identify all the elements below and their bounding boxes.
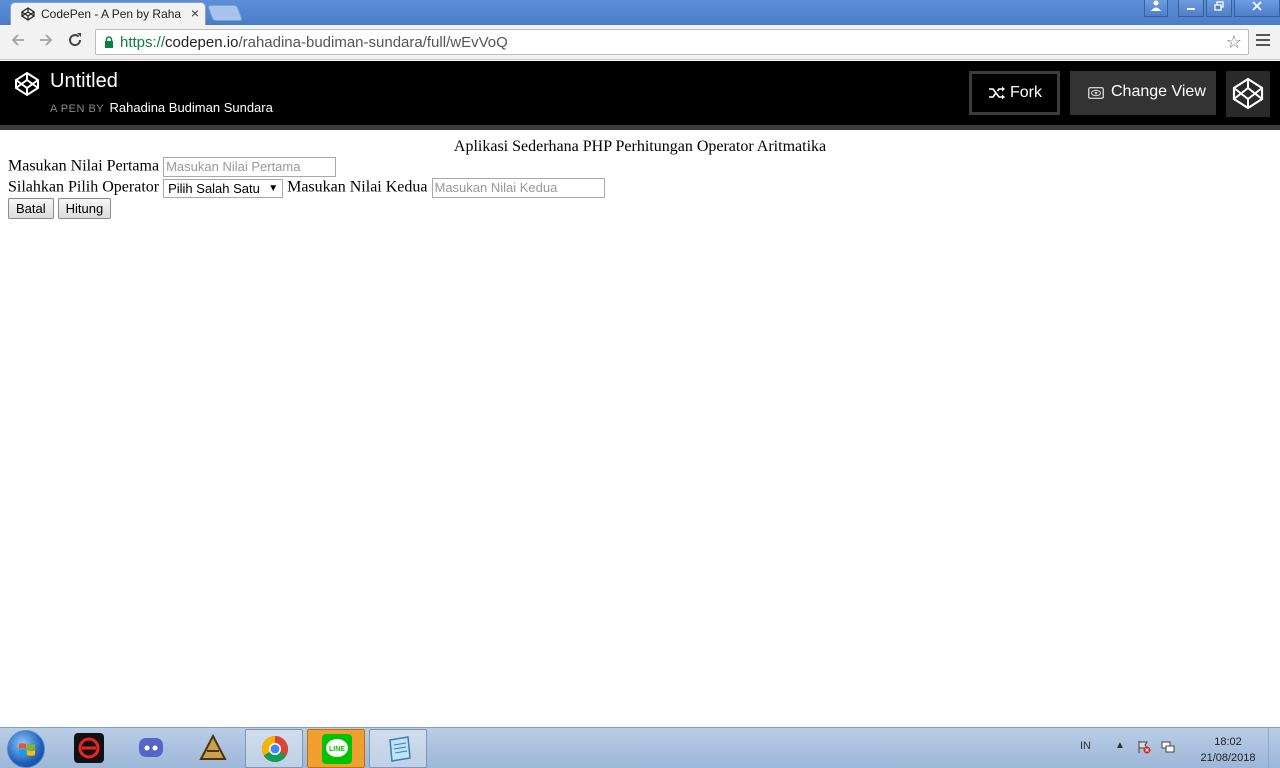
pen-author-link[interactable]: Rahadina Budiman Sundara [110,100,273,115]
notepad-icon [384,734,414,764]
browser-tabstrip: CodePen - A Pen by Rahadina Budiman Sund… [0,0,1280,25]
taskbar-game[interactable] [184,729,242,768]
discord-icon [136,733,166,763]
taskbar-clock[interactable]: 18:02 21/08/2018 [1188,734,1268,766]
line-icon: LINE [322,734,352,764]
windows-logo-icon [19,743,35,756]
garena-icon [74,733,104,763]
action-center-flag-icon[interactable] [1137,740,1151,754]
star-icon[interactable]: ☆ [1226,32,1242,53]
first-value-row: Masukan Nilai Pertama Masukan Nilai Pert… [8,157,337,177]
calculate-button[interactable]: Hitung [57,198,112,219]
codepen-header: Untitled A PEN BY Rahadina Budiman Sunda… [0,61,1280,125]
clock-time: 18:02 [1214,736,1242,748]
pen-by-label: A PEN BY [50,103,104,115]
user-avatar[interactable] [1226,71,1270,117]
show-hidden-icons-icon[interactable]: ▲ [1115,740,1125,751]
game-icon [198,733,228,763]
avatar-codepen-icon [1232,77,1264,110]
window-controls [1142,0,1280,18]
taskbar: LINE IN ▲ 18:02 21/08/2018 [0,727,1280,768]
taskbar-discord[interactable] [122,729,180,768]
taskbar-garena[interactable] [60,729,118,768]
eye-icon [1088,87,1104,99]
second-value-input[interactable]: Masukan Nilai Kedua [431,178,605,198]
fork-icon [989,86,1005,100]
restore-icon[interactable] [1206,0,1232,17]
network-icon[interactable] [1161,741,1175,753]
browser-tab[interactable]: CodePen - A Pen by Rahadina Budiman Sund… [10,2,206,25]
show-desktop-button[interactable] [1268,728,1280,768]
window-close-icon[interactable] [1234,0,1280,17]
second-value-label: Masukan Nilai Kedua [287,178,428,196]
pen-output: Aplikasi Sederhana PHP Perhitungan Opera… [0,130,1280,727]
url-protocol: https:// [120,34,166,51]
fork-button[interactable]: Fork [969,71,1060,115]
first-value-label: Masukan Nilai Pertama [8,157,160,175]
lock-icon [105,36,113,48]
first-value-input[interactable]: Masukan Nilai Pertama [163,157,337,177]
url-text: https://codepen.io/rahadina-budiman-sund… [120,34,508,51]
tab-close-icon[interactable]: × [191,5,199,21]
clock-date: 21/08/2018 [1200,752,1256,764]
page-heading: Aplikasi Sederhana PHP Perhitungan Opera… [453,138,827,155]
pen-author-line: A PEN BY Rahadina Budiman Sundara [50,100,273,115]
pen-title: Untitled [50,70,118,92]
address-bar[interactable]: https://codepen.io/rahadina-budiman-sund… [95,29,1249,55]
fork-label: Fork [1010,84,1042,101]
taskbar-chrome[interactable] [245,729,303,768]
taskbar-line[interactable]: LINE [307,729,365,768]
tab-title: CodePen - A Pen by Rahadina Budiman Sund… [41,7,181,21]
profile-icon[interactable] [1144,0,1168,17]
operator-row: Silahkan Pilih Operator Pilih Salah Satu… [8,178,605,198]
browser-toolbar: https://codepen.io/rahadina-budiman-sund… [0,25,1280,60]
reload-icon[interactable] [65,32,85,52]
back-icon[interactable] [8,32,28,52]
url-path: /rahadina-budiman-sundara/full/wEvVoQ [238,34,508,51]
url-host: codepen.io [165,34,239,51]
codepen-favicon-icon [21,7,35,21]
start-button[interactable] [7,730,45,768]
dropdown-arrow-icon: ▼ [268,182,279,194]
chrome-icon [260,734,290,764]
cancel-button[interactable]: Batal [8,198,54,219]
codepen-logo-icon[interactable] [14,71,40,97]
system-tray: IN ▲ 18:02 21/08/2018 [1070,728,1280,768]
taskbar-notepad[interactable] [369,729,427,768]
operator-selected-value: Pilih Salah Satu [168,180,260,196]
operator-select[interactable]: Pilih Salah Satu ▼ [163,178,284,198]
operator-label: Silahkan Pilih Operator [8,178,160,196]
language-indicator[interactable]: IN [1080,740,1091,752]
change-view-label: Change View [1111,83,1206,100]
svg-text:LINE: LINE [329,746,345,753]
change-view-button[interactable]: Change View [1070,71,1216,115]
action-row: Batal Hitung [8,198,112,219]
new-tab-button[interactable] [207,5,243,21]
minimize-icon[interactable] [1178,0,1204,17]
menu-icon[interactable] [1256,34,1270,50]
forward-icon[interactable] [36,32,56,52]
